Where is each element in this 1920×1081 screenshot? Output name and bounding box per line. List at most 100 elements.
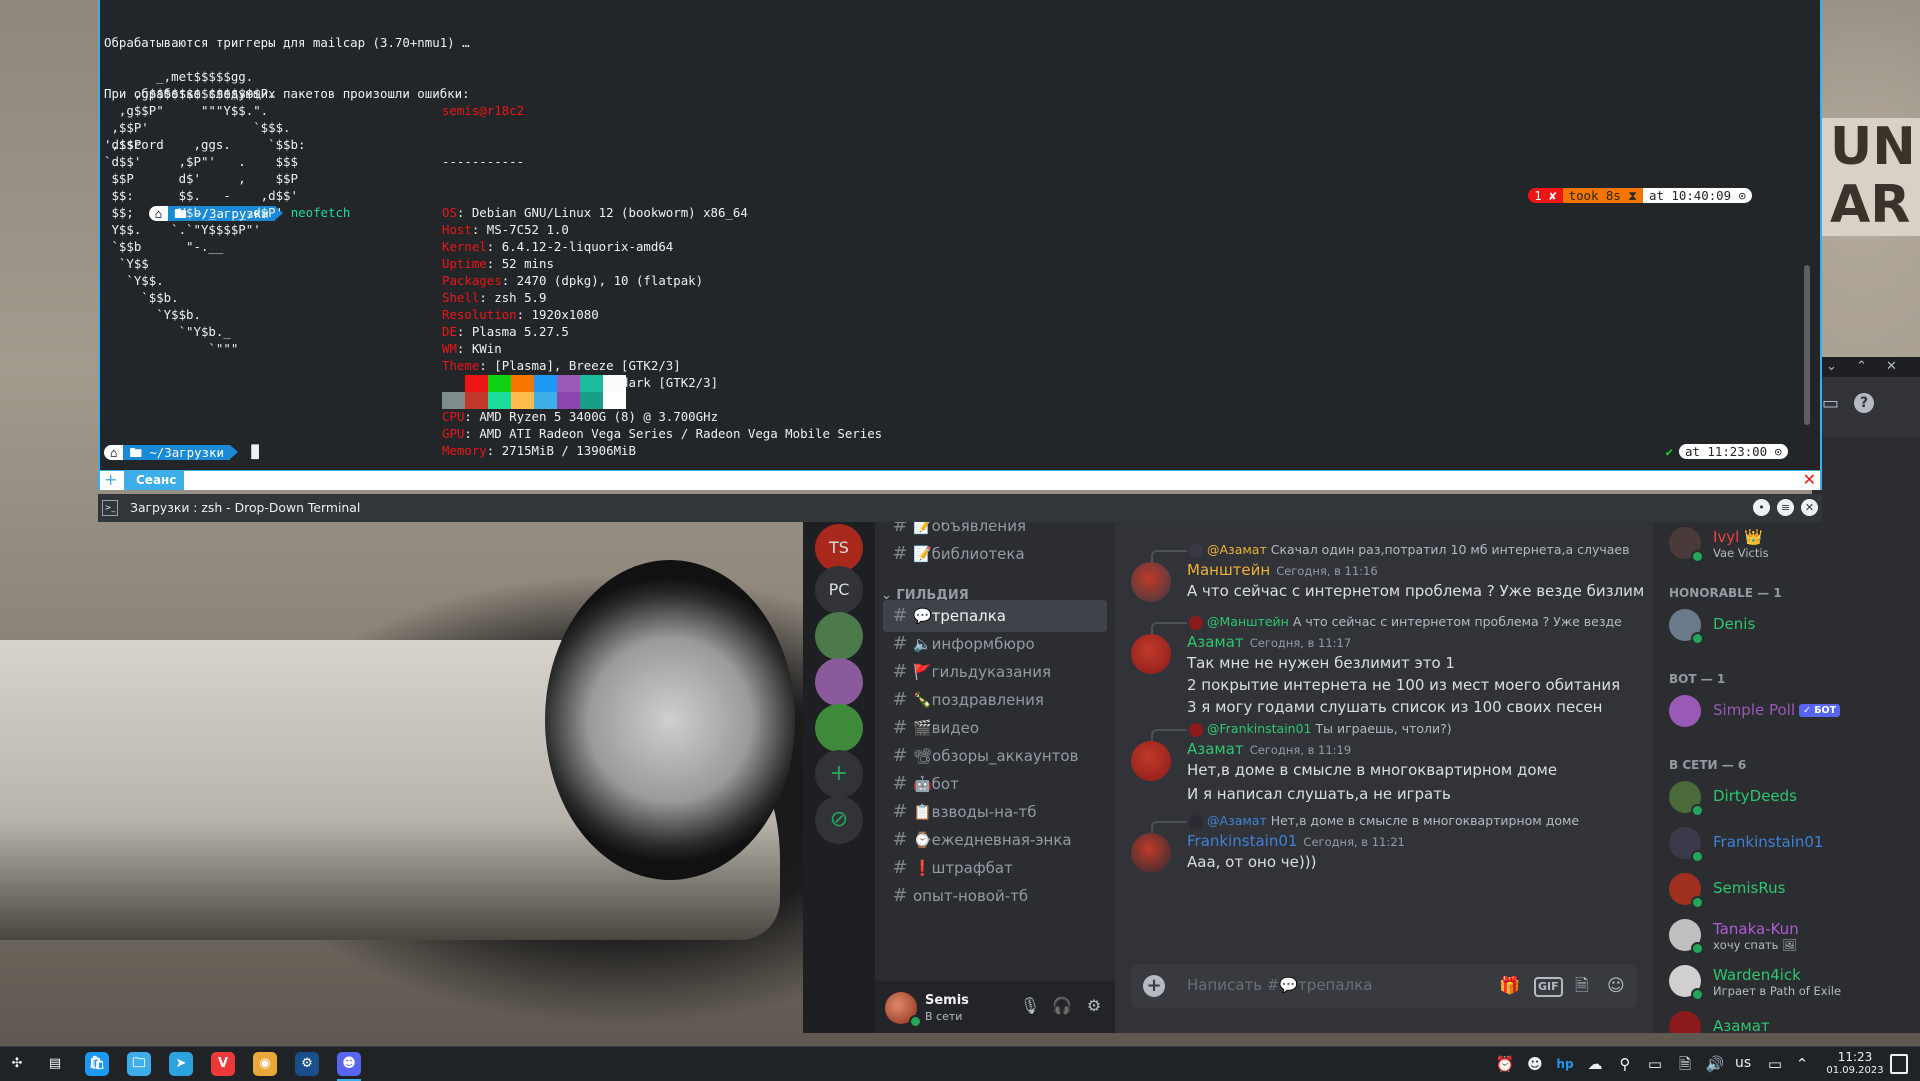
taskbar-app-chrome[interactable]: ◉ [253,1052,277,1076]
clipboard-icon[interactable]: 🗎 [1675,1054,1695,1074]
reply-preview[interactable]: @Азамат Скачал один раз,потратил 10 мб и… [1189,542,1649,558]
member-item[interactable]: Simple Poll ✓ БОТ [1669,690,1909,732]
member-item[interactable]: Denis [1669,604,1909,646]
volume-icon[interactable]: 🔊 [1705,1054,1725,1074]
logo-line: `""" [104,341,239,356]
channel-name: 📽обзоры_аккаунтов [913,747,1079,765]
terminal-scrollbar[interactable] [1804,265,1810,425]
message-author[interactable]: Азамат [1187,633,1244,651]
avatar[interactable] [1131,741,1171,781]
message-author[interactable]: Frankinstain01 [1187,832,1297,850]
help-icon[interactable]: ? [1854,393,1874,413]
user-name[interactable]: Semis [925,993,969,1008]
member-item[interactable]: Frankinstain01 [1669,822,1909,864]
close-icon[interactable]: ✕ [1801,499,1818,516]
colon: : [471,222,487,237]
clock[interactable]: 11:23 01.09.2023 [1815,1050,1895,1078]
maximize-icon[interactable]: ⌃ [1856,357,1867,377]
gift-icon[interactable]: 🎁 [1499,975,1520,997]
inbox-icon[interactable]: ▭ [1822,393,1839,414]
gif-icon[interactable]: GIF [1534,977,1563,997]
show-desktop-icon[interactable] [1890,1054,1908,1074]
bluetooth-icon[interactable]: ⚲ [1615,1054,1635,1074]
taskbar-app-vivaldi[interactable]: V [211,1052,235,1076]
logo-line: `Y$$ [104,256,149,271]
server-icon[interactable]: ⊘ [815,796,863,844]
chevron-up-icon[interactable]: ⌃ [1792,1054,1812,1074]
palette-swatch [557,375,580,392]
prompt-directory: 🖿 ~/Загрузки [123,445,230,460]
server-icon[interactable]: PC [815,566,863,614]
avatar[interactable] [1131,562,1171,602]
message-input[interactable]: + Написать #💬трепалка 🎁 GIF 🗎 ☺ [1131,964,1637,1008]
hp-icon[interactable]: hp [1555,1054,1575,1074]
server-icon[interactable]: + [815,750,863,798]
neofetch-key: Resolution [442,307,517,322]
taskbar-app-pager[interactable]: ▤ [43,1052,67,1076]
members-section-header: В СЕТИ — 6 [1669,758,1747,772]
taskbar-app-steam[interactable]: ⚙ [295,1052,319,1076]
neofetch-user-host: semis@r18c2 [442,103,525,118]
close-icon[interactable]: ✕ [1886,357,1897,377]
logo-line: $$; Y$b._ _,d$P' [104,205,284,220]
reply-preview[interactable]: @Frankinstain01 Ты играешь, чтоли?) [1189,721,1649,737]
message-text: И я написал слушать,а не играть [1187,785,1451,803]
new-tab-button[interactable]: + [104,471,117,489]
menu-icon[interactable]: ≡ [1777,499,1794,516]
message-input-placeholder[interactable]: Написать #💬трепалка [1187,976,1372,994]
discord-tray-icon[interactable]: ☻ [1525,1054,1545,1074]
taskbar-app-store[interactable]: 🛍 [85,1052,109,1076]
reply-preview[interactable]: @Азамат Нет,в доме в смысле в многокварт… [1189,813,1649,829]
emoji-icon[interactable]: ☺ [1607,975,1625,997]
server-list: TS PC + ⊘ [803,522,875,1033]
member-item[interactable]: Ivyl 👑 Vae Victis [1669,522,1909,564]
tab-session[interactable]: Сеанс [124,471,185,490]
member-item[interactable]: SemisRus [1669,868,1909,910]
neofetch-row: Host: MS-7C52 1.0 [442,221,1142,238]
taskbar-app-telegram[interactable]: ➤ [169,1052,193,1076]
attach-plus-icon[interactable]: + [1143,975,1165,997]
server-icon[interactable] [815,658,863,706]
prompt-time: at 11:23:00 ⊙ [1679,444,1788,459]
keyboard-layout[interactable]: us [1735,1055,1751,1071]
member-item[interactable]: Tanaka-Kun хочу спать 🖼 [1669,914,1909,956]
colon: : [464,426,480,441]
close-tab-icon[interactable]: ✕ [1803,471,1816,489]
cloud-icon[interactable]: ☁ [1585,1054,1605,1074]
member-item[interactable]: DirtyDeeds [1669,776,1909,818]
discord-window: TS PC + ⊘ ⌄ ГИЛЬДИЯ # 📝объявления # 📝библиотек… [803,522,1920,1033]
gear-icon[interactable]: ⚙ [1083,995,1105,1017]
taskbar-app-files[interactable]: 🗀 [127,1052,151,1076]
avatar[interactable] [1131,634,1171,674]
server-icon[interactable] [815,704,863,752]
taskbar-app-launcher[interactable]: ✣ [5,1052,29,1076]
sticker-icon[interactable]: 🗎 [1575,975,1589,997]
channel-name: 📝объявления [913,522,1026,535]
reply-preview[interactable]: @Манштейн А что сейчас с интернетом проб… [1189,614,1649,630]
discord-window-controls: ⌄ ⌃ ✕ [1812,357,1920,377]
taskbar-app-discord[interactable]: ☻ [337,1052,361,1081]
minimize-icon[interactable]: ⌄ [1826,357,1837,377]
message-header: Азамат Сегодня, в 11:19 [1187,739,1351,759]
alarm-icon[interactable]: ⏰ [1495,1054,1515,1074]
server-icon[interactable] [815,612,863,660]
display-icon[interactable]: ▭ [1765,1054,1785,1074]
message-author[interactable]: Манштейн [1187,561,1270,579]
server-icon[interactable]: TS [815,524,863,572]
channel-name: 🍾поздравления [913,691,1044,709]
headset-icon[interactable]: 🎧 [1051,995,1073,1017]
terminal-tray-icon[interactable]: ▭ [1645,1054,1665,1074]
home-icon: ⌂ [104,445,124,460]
member-item[interactable]: Азамат [1669,1006,1909,1033]
clock-date: 01.09.2023 [1826,1065,1884,1076]
microphone-icon[interactable]: 🎙 [1019,995,1041,1017]
neofetch-row: Packages: 2470 (dpkg), 10 (flatpak) [442,272,1142,289]
yakuake-terminal[interactable]: Обрабатываются триггеры для mailcap (3.7… [98,0,1822,490]
member-item[interactable]: Warden4ick Играет в Path of Exile [1669,960,1909,1002]
message-author[interactable]: Азамат [1187,740,1244,758]
channel-item[interactable]: # опыт-новой-тб [883,880,1107,912]
logo-line: ',$$P ,ggs. `$$b: [104,137,306,152]
settings-dot-icon[interactable]: • [1753,499,1770,516]
channel-item[interactable]: # 📝библиотека [883,538,1107,570]
avatar[interactable] [1131,833,1171,873]
